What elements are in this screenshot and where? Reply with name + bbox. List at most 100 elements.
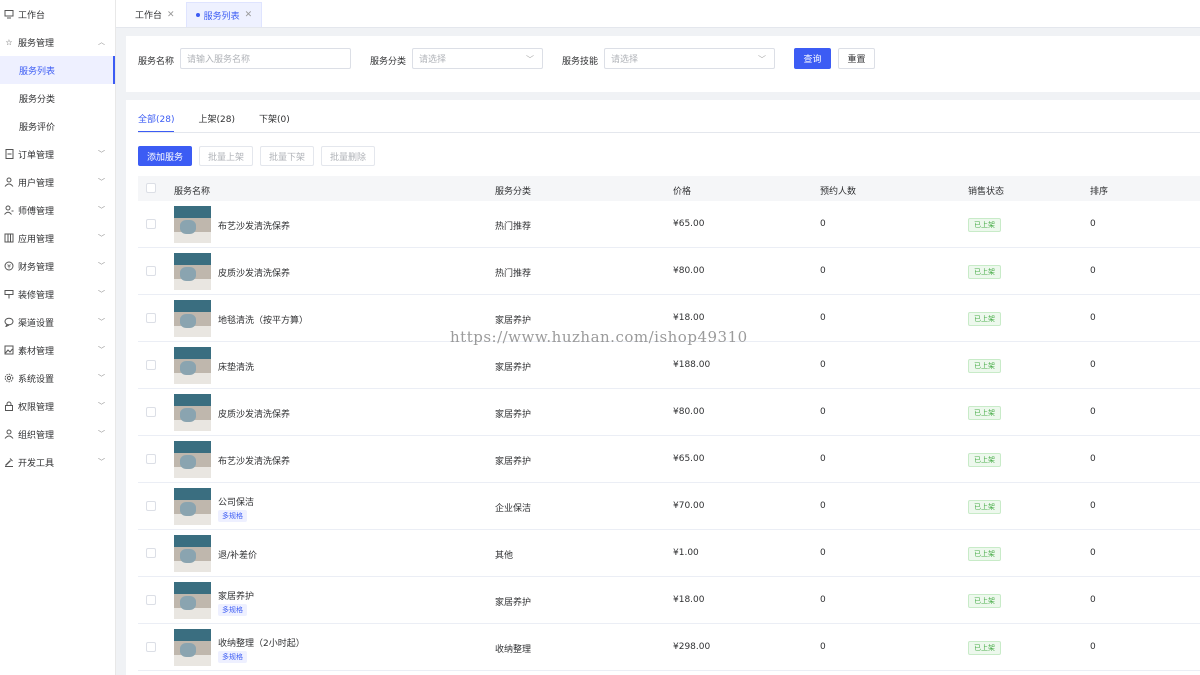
lock-icon: [4, 401, 14, 411]
status-badge: 已上架: [968, 641, 1001, 655]
row-checkbox[interactable]: [146, 548, 156, 558]
booking-count: 0: [820, 454, 826, 464]
sidebar-item-worker[interactable]: 师傅管理 ﹀: [0, 196, 115, 224]
multi-spec-badge: 多规格: [218, 604, 247, 616]
table-row[interactable]: 布艺沙发清洗保养 家居养护 ¥65.00 0 已上架 0: [138, 436, 1200, 483]
table-row[interactable]: 退/补差价 其他 ¥1.00 0 已上架 0: [138, 530, 1200, 577]
service-list-panel: 全部(28) 上架(28) 下架(0) 添加服务 批量上架 批量下架 批量删除 …: [126, 100, 1200, 675]
table-row[interactable]: 床垫清洗 家居养护 ¥188.00 0 已上架 0: [138, 342, 1200, 389]
tab-service-list[interactable]: 服务列表 ✕: [185, 2, 263, 27]
sidebar-item-user[interactable]: 用户管理 ﹀: [0, 168, 115, 196]
service-name: 地毯清洗（按平方算）: [218, 316, 309, 326]
tab-off-shelf[interactable]: 下架(0): [259, 112, 290, 132]
batch-on-shelf-button[interactable]: 批量上架: [199, 146, 253, 166]
row-checkbox[interactable]: [146, 501, 156, 511]
org-icon: [4, 429, 14, 439]
add-service-button[interactable]: 添加服务: [138, 146, 192, 166]
service-name: 床垫清洗: [218, 363, 255, 373]
multi-spec-badge: 多规格: [218, 651, 247, 663]
sidebar-subitem-service-list[interactable]: 服务列表: [0, 56, 115, 84]
row-checkbox[interactable]: [146, 360, 156, 370]
row-checkbox[interactable]: [146, 407, 156, 417]
row-checkbox[interactable]: [146, 266, 156, 276]
sort-value: 0: [1090, 454, 1096, 464]
chevron-down-icon: ﹀: [98, 458, 105, 466]
batch-off-shelf-button[interactable]: 批量下架: [260, 146, 314, 166]
row-checkbox[interactable]: [146, 642, 156, 652]
select-all-checkbox[interactable]: [146, 183, 156, 193]
booking-count: 0: [820, 219, 826, 229]
tab-on-shelf[interactable]: 上架(28): [198, 112, 234, 132]
chevron-down-icon: ﹀: [98, 178, 105, 186]
column-header: 预约人数: [820, 187, 857, 197]
order-icon: [4, 149, 14, 159]
close-icon[interactable]: ✕: [167, 10, 175, 20]
service-name: 布艺沙发清洗保养: [218, 457, 291, 467]
sidebar-item-label: 素材管理: [18, 346, 55, 357]
star-icon: ☆: [5, 37, 13, 47]
sidebar-item-finance[interactable]: ¥ 财务管理 ﹀: [0, 252, 115, 280]
service-name-input[interactable]: 请输入服务名称: [180, 48, 351, 69]
reset-button[interactable]: 重置: [838, 48, 875, 69]
sidebar-item-org[interactable]: 组织管理 ﹀: [0, 420, 115, 448]
row-checkbox[interactable]: [146, 219, 156, 229]
sidebar-subitem-label: 服务列表: [19, 66, 56, 77]
row-checkbox[interactable]: [146, 313, 156, 323]
status-badge: 已上架: [968, 265, 1001, 279]
sidebar-subitem-label: 服务分类: [19, 94, 56, 105]
chevron-down-icon: ﹀: [98, 290, 105, 298]
table-row[interactable]: 公司保洁 多规格 企业保洁 ¥70.00 0 已上架 0: [138, 483, 1200, 530]
table-row[interactable]: 家居养护 多规格 家居养护 ¥18.00 0 已上架 0: [138, 577, 1200, 624]
sort-value: 0: [1090, 501, 1096, 511]
close-icon[interactable]: ✕: [245, 10, 253, 20]
sidebar: 工作台 ☆ 服务管理 ︿ 服务列表 服务分类 服务评价 订单管理 ﹀ 用户管理 …: [0, 0, 116, 675]
tool-icon: [4, 457, 14, 467]
status-badge: 已上架: [968, 218, 1001, 232]
sidebar-subitem-service-review[interactable]: 服务评价: [0, 112, 115, 140]
service-name: 家居养护: [218, 592, 255, 602]
sidebar-item-workbench[interactable]: 工作台: [0, 0, 115, 28]
chevron-down-icon: ﹀: [98, 374, 105, 382]
row-checkbox[interactable]: [146, 595, 156, 605]
sidebar-item-label: 财务管理: [18, 262, 55, 273]
sidebar-item-label: 渠道设置: [18, 318, 55, 329]
service-category-select[interactable]: 请选择 ﹀: [412, 48, 543, 69]
sort-value: 0: [1090, 313, 1096, 323]
sidebar-item-permission[interactable]: 权限管理 ﹀: [0, 392, 115, 420]
sidebar-item-service[interactable]: ☆ 服务管理 ︿: [0, 28, 115, 56]
table-row[interactable]: 布艺沙发清洗保养 热门推荐 ¥65.00 0 已上架 0: [138, 201, 1200, 248]
sort-value: 0: [1090, 548, 1096, 558]
sidebar-subitem-service-category[interactable]: 服务分类: [0, 84, 115, 112]
sidebar-item-channel[interactable]: 渠道设置 ﹀: [0, 308, 115, 336]
row-checkbox[interactable]: [146, 454, 156, 464]
table-row[interactable]: 皮质沙发清洗保养 家居养护 ¥80.00 0 已上架 0: [138, 389, 1200, 436]
tab-workbench[interactable]: 工作台 ✕: [126, 2, 184, 27]
service-category: 家居养护: [495, 316, 532, 326]
sidebar-item-system[interactable]: 系统设置 ﹀: [0, 364, 115, 392]
status-badge: 已上架: [968, 500, 1001, 514]
chevron-up-icon: ︿: [98, 38, 105, 46]
tab-all[interactable]: 全部(28): [138, 112, 175, 133]
service-price: ¥70.00: [673, 501, 705, 511]
service-price: ¥18.00: [673, 595, 705, 605]
sidebar-item-decorate[interactable]: 装修管理 ﹀: [0, 280, 115, 308]
booking-count: 0: [820, 642, 826, 652]
sort-value: 0: [1090, 360, 1096, 370]
chevron-down-icon: ﹀: [98, 402, 105, 410]
sidebar-item-material[interactable]: 素材管理 ﹀: [0, 336, 115, 364]
query-button[interactable]: 查询: [794, 48, 831, 69]
batch-delete-button[interactable]: 批量删除: [321, 146, 375, 166]
multi-spec-badge: 多规格: [218, 510, 247, 522]
table-row[interactable]: 收纳整理（2小时起） 多规格 收纳整理 ¥298.00 0 已上架 0: [138, 624, 1200, 671]
sidebar-item-label: 师傅管理: [18, 206, 55, 217]
table-row[interactable]: 皮质沙发清洗保养 热门推荐 ¥80.00 0 已上架 0: [138, 248, 1200, 295]
chevron-down-icon: ﹀: [758, 55, 766, 64]
app-icon: [4, 233, 14, 243]
sidebar-item-app[interactable]: 应用管理 ﹀: [0, 224, 115, 252]
service-skill-select[interactable]: 请选择 ﹀: [604, 48, 775, 69]
sidebar-item-devtools[interactable]: 开发工具 ﹀: [0, 448, 115, 476]
tab-label: 工作台: [135, 11, 163, 21]
booking-count: 0: [820, 266, 826, 276]
service-price: ¥298.00: [673, 642, 711, 652]
sidebar-item-order[interactable]: 订单管理 ﹀: [0, 140, 115, 168]
